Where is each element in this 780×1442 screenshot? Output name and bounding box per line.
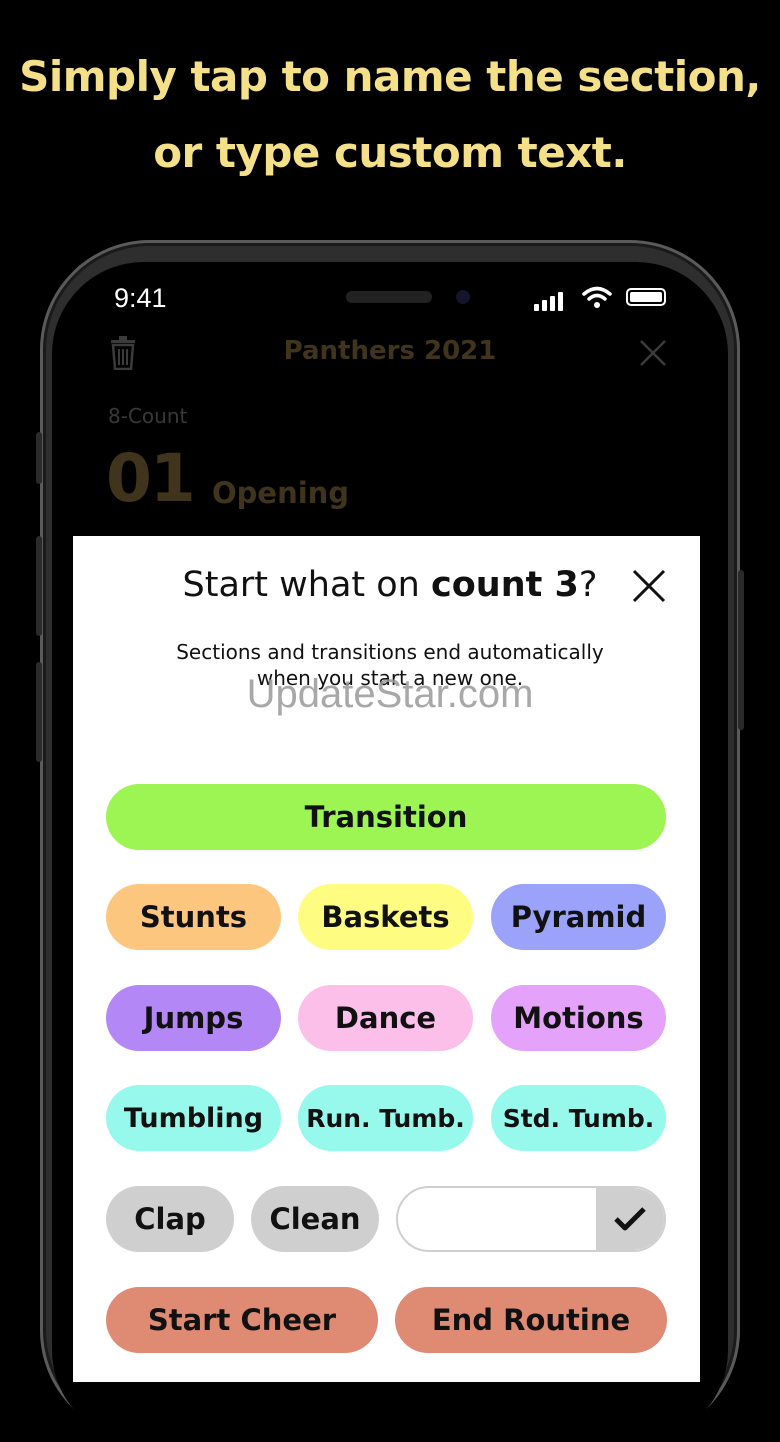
stunts-button[interactable]: Stunts (106, 884, 281, 950)
status-time: 9:41 (114, 283, 167, 313)
modal-title-count: count 3 (430, 565, 579, 605)
clean-button[interactable]: Clean (251, 1186, 379, 1252)
running-tumbling-button[interactable]: Run. Tumb. (298, 1085, 473, 1151)
end-routine-button[interactable]: End Routine (395, 1287, 667, 1353)
standing-tumbling-button[interactable]: Std. Tumb. (491, 1085, 666, 1151)
section-name: Opening (212, 476, 350, 510)
dance-button[interactable]: Dance (298, 985, 473, 1051)
custom-text-field (396, 1186, 666, 1252)
confirm-custom-text-button[interactable] (596, 1188, 664, 1250)
notch-camera (456, 290, 470, 304)
modal-close-icon[interactable] (631, 568, 667, 604)
close-icon (640, 340, 666, 366)
modal-title-prefix: Start what on (182, 565, 431, 605)
eight-count-label: 8-Count (108, 404, 188, 428)
battery-icon (626, 288, 666, 306)
wifi-icon (582, 286, 612, 308)
start-cheer-button[interactable]: Start Cheer (106, 1287, 378, 1353)
clap-button[interactable]: Clap (106, 1186, 234, 1252)
headline-line-1: Simply tap to name the section, (19, 52, 761, 101)
pyramid-button[interactable]: Pyramid (491, 884, 666, 950)
modal-title-suffix: ? (578, 565, 598, 605)
baskets-button[interactable]: Baskets (298, 884, 473, 950)
status-icons (534, 285, 674, 311)
count-number: 01 (106, 440, 196, 517)
headline-line-2: or type custom text. (153, 128, 627, 177)
watermark: UpdateStar.com (246, 672, 534, 716)
motions-button[interactable]: Motions (491, 985, 666, 1051)
notch-speaker (346, 291, 432, 303)
tumbling-button[interactable]: Tumbling (106, 1085, 281, 1151)
transition-button[interactable]: Transition (106, 784, 666, 850)
phone-side-button (36, 432, 42, 484)
modal-subtitle-line-1: Sections and transitions end automatical… (176, 640, 604, 664)
checkmark-icon (614, 1207, 646, 1231)
jumps-button[interactable]: Jumps (106, 985, 281, 1051)
